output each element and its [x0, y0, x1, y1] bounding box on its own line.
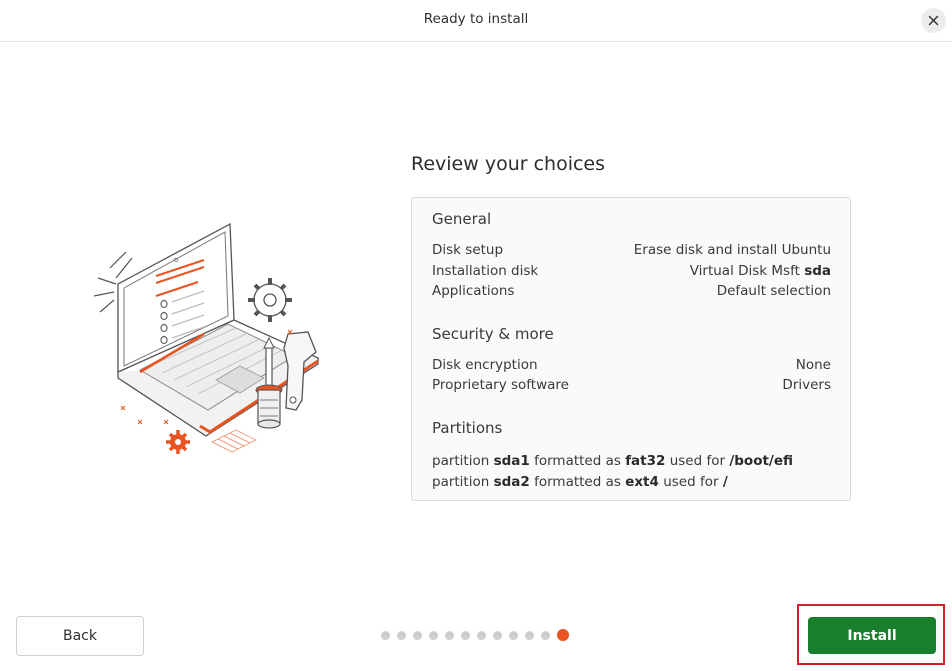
summary-row-proprietary-software: Proprietary software Drivers [432, 377, 831, 397]
partition-filesystem: ext4 [625, 474, 659, 490]
progress-dot [525, 630, 534, 640]
row-value-device: sda [804, 263, 831, 279]
row-label: Applications [432, 283, 515, 299]
partition-text: formatted as [529, 453, 626, 469]
row-value: Virtual Disk Msft sda [690, 263, 831, 283]
row-value-text: Virtual Disk Msft [689, 263, 805, 279]
install-button[interactable]: Install [808, 617, 936, 654]
row-value: Drivers [782, 377, 831, 393]
partition-mount-point: /boot/efi [729, 453, 794, 469]
progress-dot [445, 630, 454, 640]
progress-dot [397, 630, 406, 640]
row-value: Default selection [716, 283, 831, 299]
row-value: Erase disk and install Ubuntu [633, 242, 831, 258]
back-button[interactable]: Back [16, 616, 144, 656]
progress-dot [493, 630, 502, 640]
summary-row-disk-setup: Disk setup Erase disk and install Ubuntu [432, 242, 831, 262]
summary-panel: General Disk setup Erase disk and instal… [411, 197, 851, 501]
row-label: Installation disk [432, 263, 539, 279]
progress-dot [429, 630, 438, 640]
row-value: None [795, 357, 831, 373]
title-bar: Ready to install [0, 0, 952, 42]
partition-name: sda2 [493, 474, 530, 490]
window-title: Ready to install [423, 11, 529, 27]
row-label: Disk encryption [432, 357, 538, 373]
progress-dot [461, 630, 470, 640]
partition-line: partition sda2 formatted as ext4 used fo… [432, 474, 728, 490]
close-icon [928, 11, 939, 30]
summary-row-applications: Applications Default selection [432, 283, 831, 303]
progress-dot [477, 630, 486, 640]
partition-text: partition [432, 474, 494, 490]
partition-text: formatted as [529, 474, 626, 490]
progress-dot [541, 630, 550, 640]
partition-text: partition [432, 453, 494, 469]
laptop-tools-illustration [88, 220, 328, 460]
section-title-partitions: Partitions [432, 419, 503, 437]
summary-row-disk-encryption: Disk encryption None [432, 357, 831, 377]
section-title-general: General [432, 210, 492, 228]
partition-filesystem: fat32 [625, 453, 666, 469]
partition-mount-point: / [722, 474, 728, 490]
progress-dot [381, 630, 390, 640]
close-button[interactable] [921, 8, 946, 33]
page-title: Review your choices [411, 153, 606, 175]
row-label: Disk setup [432, 242, 504, 258]
progress-dot-active [557, 629, 569, 641]
progress-dots [381, 629, 569, 641]
partition-name: sda1 [493, 453, 530, 469]
partition-line: partition sda1 formatted as fat32 used f… [432, 453, 793, 469]
partition-text: used for [658, 474, 723, 490]
summary-row-installation-disk: Installation disk Virtual Disk Msft sda [432, 263, 831, 283]
partition-text: used for [665, 453, 730, 469]
section-title-security: Security & more [432, 325, 554, 343]
progress-dot [413, 630, 422, 640]
progress-dot [509, 630, 518, 640]
row-label: Proprietary software [432, 377, 569, 393]
